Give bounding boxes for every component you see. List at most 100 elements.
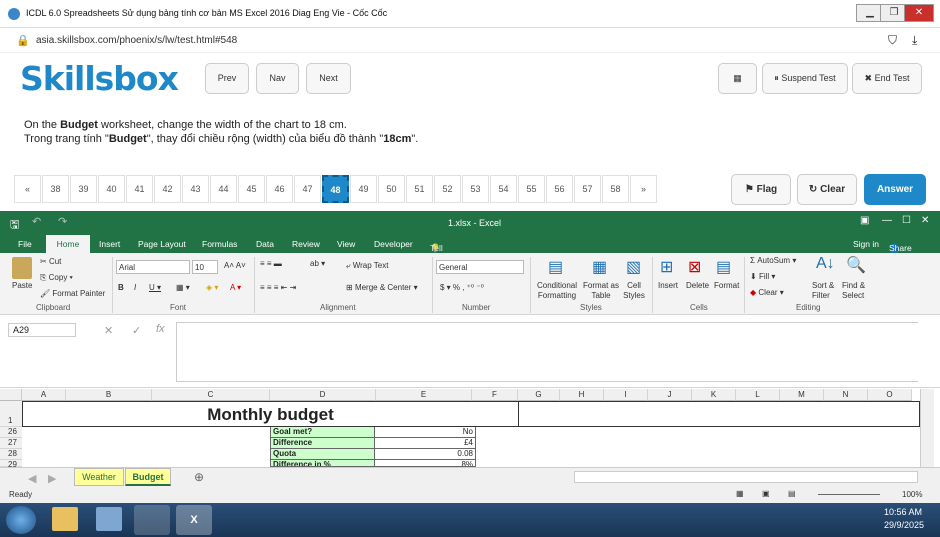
suspend-test-button[interactable]: ⏸ Suspend Test — [762, 63, 848, 94]
title-cell[interactable]: Monthly budget — [22, 401, 519, 427]
page-layout-icon[interactable]: ▣ — [762, 489, 770, 498]
cancel-icon[interactable]: ✕ — [104, 324, 113, 337]
grow-font-icon[interactable]: A˄ A˅ — [224, 261, 246, 270]
format-painter-button[interactable]: 🖌 Format Painter — [40, 289, 105, 298]
conditional-formatting-button[interactable]: Conditional Formatting — [534, 281, 580, 301]
copy-button[interactable]: ⎘ Copy ▾ — [40, 273, 73, 283]
worksheet-grid[interactable]: ABCDEFGHIJKLMNO Monthly budget 1 26 Goal m… — [0, 389, 940, 469]
close-icon[interactable]: ✕ — [921, 215, 929, 226]
formula-bar[interactable] — [176, 322, 918, 382]
column-header-C[interactable]: C — [152, 389, 270, 401]
page-button-57[interactable]: 57 — [574, 175, 601, 203]
save-icon[interactable]: 🖫 — [10, 216, 19, 235]
merge-center-button[interactable]: ⊞ Merge & Center ▾ — [346, 283, 418, 292]
page-button-54[interactable]: 54 — [490, 175, 517, 203]
row-header-29[interactable]: 29 — [0, 460, 22, 469]
page-button-40[interactable]: 40 — [98, 175, 125, 203]
sort-filter-button[interactable]: Sort & Filter — [812, 281, 842, 301]
column-header-I[interactable]: I — [604, 389, 648, 401]
shield-icon[interactable]: ⛉ — [888, 33, 897, 48]
column-header-E[interactable]: E — [376, 389, 472, 401]
scroll-left-icon[interactable]: ◀ — [28, 472, 36, 485]
label-cell[interactable]: Difference — [270, 438, 374, 449]
zoom-level[interactable]: 100% — [902, 490, 922, 499]
insert-button[interactable]: Insert — [658, 281, 678, 290]
row-header-1[interactable]: 1 — [0, 401, 22, 427]
next-button[interactable]: Next — [306, 63, 351, 94]
page-button-38[interactable]: 38 — [42, 175, 69, 203]
zoom-slider[interactable] — [818, 494, 880, 495]
page-button-41[interactable]: 41 — [126, 175, 153, 203]
clear-button[interactable]: ↻ Clear — [797, 174, 857, 205]
close-icon[interactable]: ✕ — [904, 4, 934, 22]
tab-view[interactable]: View — [337, 239, 355, 249]
clear-format-button[interactable]: ◆ Clear ▾ — [750, 288, 784, 297]
orientation-icon[interactable]: ab ▾ — [310, 259, 325, 268]
page-button-52[interactable]: 52 — [434, 175, 461, 203]
tab-page-layout[interactable]: Page Layout — [138, 239, 186, 249]
horizontal-scrollbar[interactable] — [574, 471, 918, 483]
file-explorer-icon[interactable] — [52, 507, 78, 531]
coccoc-browser-icon[interactable] — [134, 505, 170, 535]
paste-icon[interactable] — [12, 257, 32, 279]
page-button-44[interactable]: 44 — [210, 175, 237, 203]
font-color-icon[interactable]: A ▾ — [230, 283, 241, 292]
url-text[interactable]: asia.skillsbox.com/phoenix/s/lw/test.htm… — [36, 35, 237, 46]
bold-icon[interactable]: B — [118, 283, 124, 292]
value-cell[interactable]: No — [374, 427, 476, 438]
column-header-D[interactable]: D — [270, 389, 376, 401]
page-button-56[interactable]: 56 — [546, 175, 573, 203]
column-header-K[interactable]: K — [692, 389, 736, 401]
cut-button[interactable]: ✂ Cut — [40, 257, 61, 266]
page-break-icon[interactable]: ▤ — [788, 489, 796, 498]
column-header-A[interactable]: A — [22, 389, 66, 401]
label-cell[interactable]: Quota — [270, 449, 374, 460]
format-as-table-button[interactable]: Format as Table — [583, 281, 619, 301]
address-bar[interactable]: 🔒 asia.skillsbox.com/phoenix/s/lw/test.h… — [0, 29, 940, 53]
sign-in-link[interactable]: Sign in — [853, 239, 879, 249]
name-box[interactable]: A29 — [8, 323, 76, 337]
paint-icon[interactable] — [96, 507, 122, 531]
label-cell[interactable]: Difference in % — [270, 460, 374, 467]
page-button-58[interactable]: 58 — [602, 175, 629, 203]
redo-icon[interactable]: ↷ — [58, 215, 67, 228]
column-header-L[interactable]: L — [736, 389, 780, 401]
page-button-51[interactable]: 51 — [406, 175, 433, 203]
flag-button[interactable]: ⚑ Flag — [731, 174, 791, 205]
tab-developer[interactable]: Developer — [374, 239, 413, 249]
page-button-39[interactable]: 39 — [70, 175, 97, 203]
page-button-46[interactable]: 46 — [266, 175, 293, 203]
align-top-icon[interactable]: ≡ ≡ ▬ — [260, 259, 282, 268]
undo-icon[interactable]: ↶ — [32, 215, 41, 228]
page-button-45[interactable]: 45 — [238, 175, 265, 203]
column-header-J[interactable]: J — [648, 389, 692, 401]
label-cell[interactable]: Goal met? — [270, 427, 374, 438]
row-header-27[interactable]: 27 — [0, 438, 22, 449]
clock-date[interactable]: 29/9/2025 — [884, 520, 924, 530]
column-header-O[interactable]: O — [868, 389, 912, 401]
fill-button[interactable]: ⬇ Fill ▾ — [750, 272, 775, 281]
fill-color-icon[interactable]: ◈ ▾ — [206, 283, 218, 292]
page-button-43[interactable]: 43 — [182, 175, 209, 203]
page-first-button[interactable]: « — [14, 175, 41, 203]
clock-time[interactable]: 10:56 AM — [884, 507, 922, 517]
prev-button[interactable]: Prev — [205, 63, 249, 94]
find-select-button[interactable]: Find & Select — [842, 281, 872, 301]
download-icon[interactable]: ⤓ — [912, 33, 917, 48]
tab-formulas[interactable]: Formulas — [202, 239, 237, 249]
vertical-scrollbar[interactable] — [920, 389, 934, 467]
number-format-select[interactable]: General — [436, 260, 524, 274]
page-button-55[interactable]: 55 — [518, 175, 545, 203]
font-name-select[interactable]: Arial — [116, 260, 190, 274]
font-size-select[interactable]: 10 — [192, 260, 218, 274]
scroll-right-icon[interactable]: ▶ — [48, 472, 56, 485]
page-last-button[interactable]: » — [630, 175, 657, 203]
column-header-G[interactable]: G — [518, 389, 560, 401]
border-icon[interactable]: ▦ ▾ — [176, 283, 190, 292]
answer-button[interactable]: Answer — [864, 174, 926, 205]
tab-insert[interactable]: Insert — [99, 239, 120, 249]
value-cell[interactable]: 8% — [374, 460, 476, 467]
nav-button[interactable]: Nav — [256, 63, 299, 94]
align-left-icon[interactable]: ≡ ≡ ≡ ⇤ ⇥ — [260, 283, 296, 292]
wrap-text-button[interactable]: ⤶ Wrap Text — [346, 261, 388, 271]
